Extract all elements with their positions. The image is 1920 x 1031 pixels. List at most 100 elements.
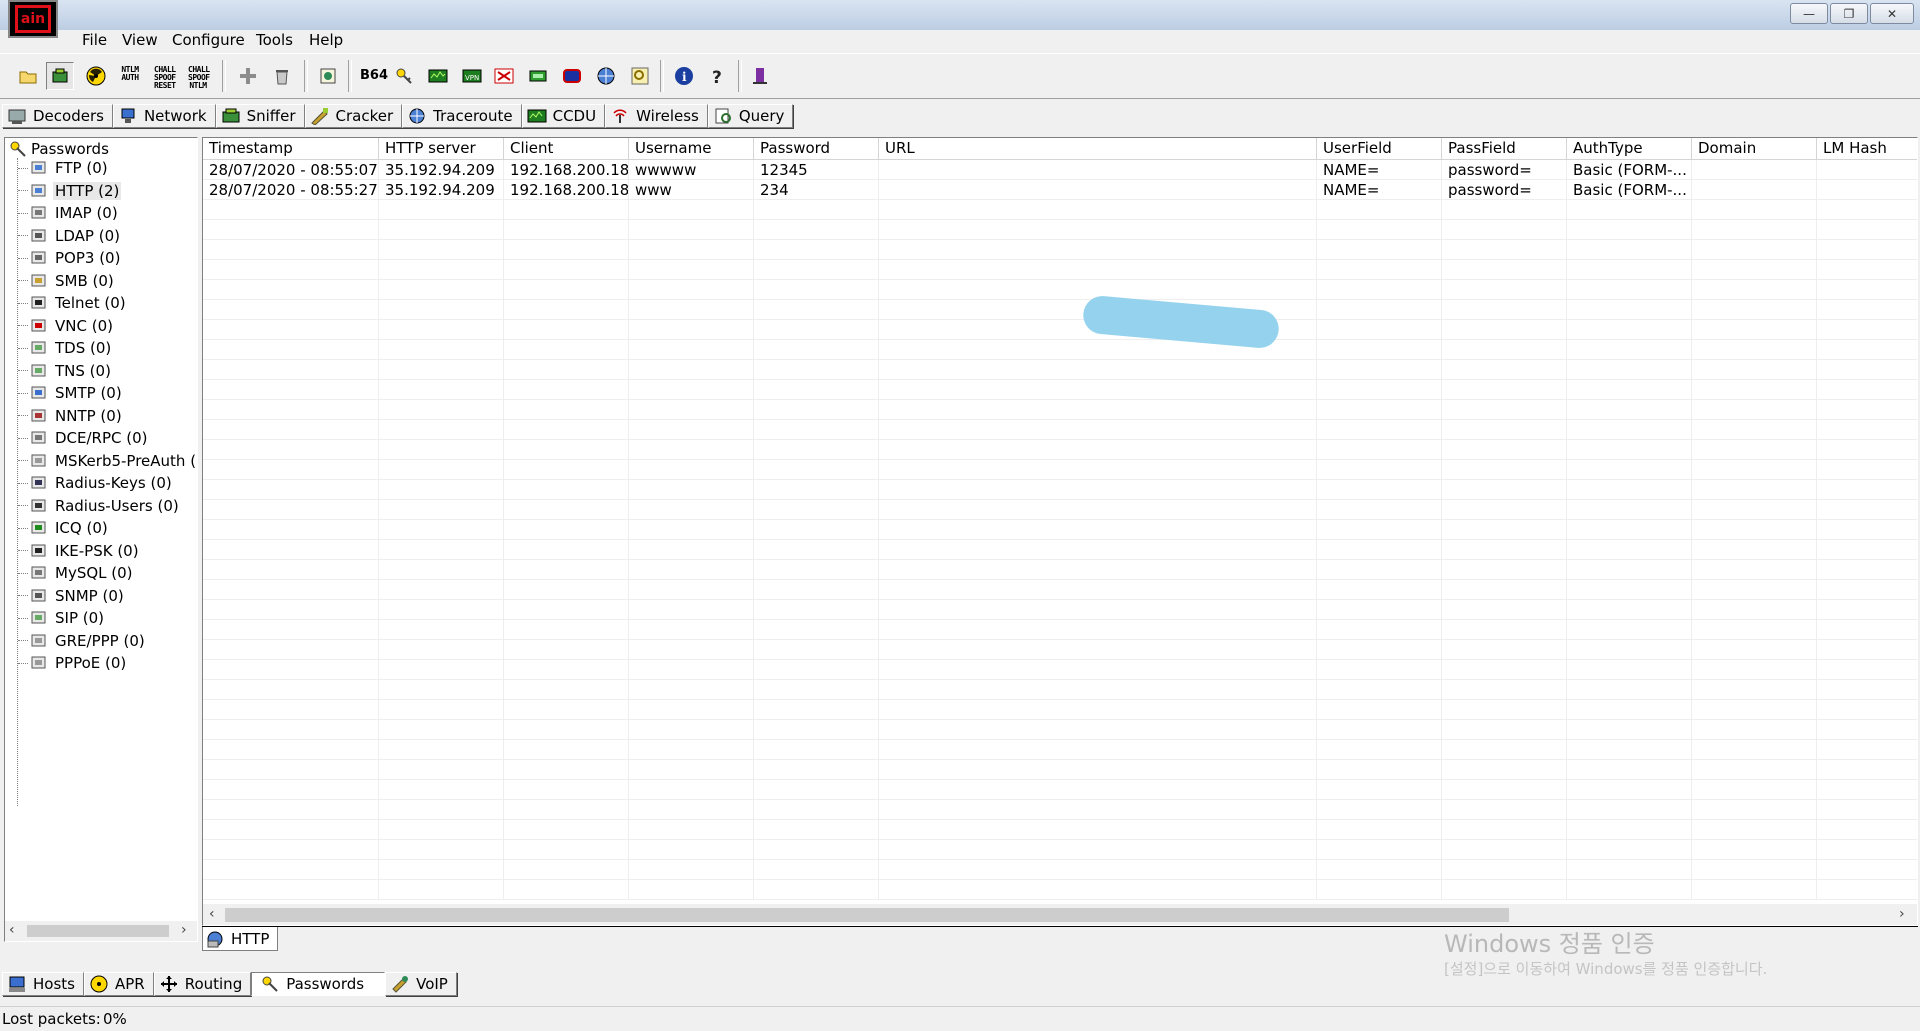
- column-header[interactable]: Timestamp: [203, 138, 379, 160]
- tree-item[interactable]: SIP (0): [18, 608, 106, 628]
- column-header[interactable]: Password: [754, 138, 879, 160]
- tree-item[interactable]: IKE-PSK (0): [18, 541, 141, 561]
- grid-horizontal-scrollbar[interactable]: ‹ ›: [203, 904, 1917, 925]
- box-revealer-button[interactable]: [524, 62, 552, 90]
- ntlm-auth-button[interactable]: NTLM AUTH: [116, 62, 144, 90]
- table-cell: [1442, 420, 1567, 440]
- vnc-decoder-button[interactable]: [490, 62, 518, 90]
- menu-view[interactable]: View: [122, 31, 158, 49]
- tree-item[interactable]: TDS (0): [18, 338, 113, 358]
- tree-item[interactable]: SMB (0): [18, 271, 116, 291]
- certificate-icon: [320, 68, 336, 84]
- about-button[interactable]: i: [670, 62, 698, 90]
- menu-help[interactable]: Help: [309, 31, 343, 49]
- lsa-secrets-button[interactable]: [558, 62, 586, 90]
- certificate-button[interactable]: [314, 62, 342, 90]
- table-row[interactable]: 28/07/2020 - 08:55:27 35.192.94.209 192.16…: [203, 180, 1917, 200]
- column-header[interactable]: UserField: [1317, 138, 1442, 160]
- table-row[interactable]: 28/07/2020 - 08:55:07 35.192.94.209 192.16…: [203, 160, 1917, 180]
- grid-scroll-thumb[interactable]: [225, 908, 1509, 922]
- table-cell: [379, 260, 504, 280]
- tab-routing[interactable]: Routing: [153, 972, 252, 996]
- wireless-scanner-button[interactable]: [592, 62, 620, 90]
- tree-item[interactable]: NNTP (0): [18, 406, 124, 426]
- column-header[interactable]: AuthType: [1567, 138, 1692, 160]
- table-cell: [379, 880, 504, 900]
- tab-http[interactable]: HTTP: [202, 927, 278, 951]
- smtp-icon: [31, 386, 46, 399]
- tab-network[interactable]: Network: [112, 104, 216, 128]
- tree-scroll-thumb[interactable]: [27, 925, 169, 937]
- tree-item[interactable]: PPPoE (0): [18, 653, 128, 673]
- tab-sniffer[interactable]: Sniffer: [215, 104, 305, 128]
- tab-wireless[interactable]: Wireless: [605, 104, 708, 128]
- tree-item[interactable]: DCE/RPC (0): [18, 428, 150, 448]
- network-monitor-button[interactable]: [424, 62, 452, 90]
- tree-item[interactable]: Radius-Keys (0): [18, 473, 174, 493]
- tab-hosts[interactable]: Hosts: [2, 972, 84, 996]
- tab-passwords[interactable]: Passwords: [251, 972, 386, 996]
- exit-icon: [753, 68, 767, 84]
- tree-item[interactable]: VNC (0): [18, 316, 115, 336]
- hash-button[interactable]: [626, 62, 654, 90]
- menu-tools[interactable]: Tools: [256, 31, 293, 49]
- column-header[interactable]: URL: [879, 138, 1317, 160]
- column-header[interactable]: PassField: [1442, 138, 1567, 160]
- cain-logo-icon[interactable]: ain: [8, 0, 58, 38]
- chall-spoof-ntlm-button[interactable]: CHALL SPOOF NTLM: [184, 62, 212, 90]
- tab-apr[interactable]: APR: [83, 972, 154, 996]
- scroll-left-arrow-icon[interactable]: ‹: [209, 906, 215, 922]
- remove-button[interactable]: [268, 62, 296, 90]
- tree-item[interactable]: Radius-Users (0): [18, 496, 181, 516]
- tree-item[interactable]: Telnet (0): [18, 293, 128, 313]
- mysql-icon: [31, 566, 46, 579]
- tree-item[interactable]: SNMP (0): [18, 586, 126, 606]
- hash-calculator-button[interactable]: [390, 62, 418, 90]
- tab-cracker[interactable]: Cracker: [304, 104, 403, 128]
- tree-item[interactable]: IMAP (0): [18, 203, 120, 223]
- tree-item[interactable]: MySQL (0): [18, 563, 135, 583]
- column-header[interactable]: Domain: [1692, 138, 1817, 160]
- table-cell: [504, 660, 629, 680]
- add-button[interactable]: [234, 62, 262, 90]
- tree-item[interactable]: POP3 (0): [18, 248, 122, 268]
- open-folder-button[interactable]: [14, 62, 42, 90]
- minimize-button[interactable]: —: [1790, 3, 1828, 24]
- tree-item[interactable]: GRE/PPP (0): [18, 631, 147, 651]
- tab-query[interactable]: Query: [707, 104, 794, 128]
- base64-button[interactable]: B64: [356, 62, 388, 90]
- tree-item[interactable]: HTTP (2): [18, 181, 122, 201]
- column-header[interactable]: Client: [504, 138, 629, 160]
- tree-horizontal-scrollbar[interactable]: ‹ ›: [5, 921, 197, 941]
- tree-item-label: MySQL (0): [55, 564, 133, 582]
- close-button[interactable]: ✕: [1870, 3, 1914, 24]
- start-sniffer-button[interactable]: [46, 62, 74, 90]
- help-button[interactable]: ?: [704, 62, 732, 90]
- column-header[interactable]: Username: [629, 138, 754, 160]
- chall-spoof-reset-button[interactable]: CHALL SPOOF RESET: [150, 62, 178, 90]
- tree-root-passwords[interactable]: Passwords: [9, 140, 109, 158]
- column-header[interactable]: LM Hash: [1817, 138, 1917, 160]
- tab-ccdu[interactable]: CCDU: [521, 104, 606, 128]
- menu-configure[interactable]: Configure: [172, 31, 245, 49]
- vpn-decoder-button[interactable]: VPN: [458, 62, 486, 90]
- tree-item[interactable]: FTP (0): [18, 158, 110, 178]
- tab-voip[interactable]: VoIP: [385, 972, 457, 996]
- tree-item[interactable]: ICQ (0): [18, 518, 110, 538]
- tree-item[interactable]: MSKerb5-PreAuth (0): [18, 451, 197, 471]
- restore-button[interactable]: ❐: [1830, 3, 1868, 24]
- tab-traceroute[interactable]: Traceroute: [402, 104, 522, 128]
- tree-item[interactable]: SMTP (0): [18, 383, 124, 403]
- tree-item[interactable]: TNS (0): [18, 361, 113, 381]
- start-apr-button[interactable]: [82, 62, 110, 90]
- exit-button[interactable]: [746, 62, 774, 90]
- table-cell: [754, 740, 879, 760]
- tree-item[interactable]: LDAP (0): [18, 226, 122, 246]
- menu-file[interactable]: File: [82, 31, 107, 49]
- scroll-right-arrow-icon[interactable]: ›: [181, 922, 187, 938]
- scroll-left-arrow-icon[interactable]: ‹: [9, 922, 15, 938]
- column-header[interactable]: HTTP server: [379, 138, 504, 160]
- scroll-right-arrow-icon[interactable]: ›: [1899, 906, 1905, 922]
- table-cell: [1817, 720, 1917, 740]
- tab-decoders[interactable]: Decoders: [2, 104, 113, 128]
